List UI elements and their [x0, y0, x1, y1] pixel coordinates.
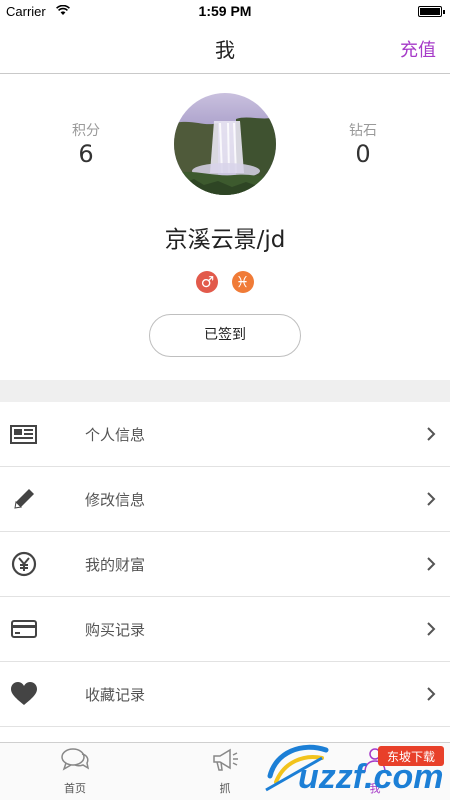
- newspaper-icon: [10, 425, 37, 444]
- settings-menu: 个人信息 修改信息 我的财富 购买记录 收藏记录: [0, 402, 450, 727]
- chat-bubbles-icon: [61, 748, 90, 771]
- pencil-icon: [14, 489, 34, 509]
- menu-item-my-wealth[interactable]: 我的财富: [0, 532, 450, 597]
- menu-item-label: 修改信息: [85, 491, 146, 509]
- user-badges: ♂ ♓: [0, 271, 450, 293]
- diamonds-label: 钻石: [349, 123, 377, 139]
- points-stat[interactable]: 积分 6: [26, 120, 146, 168]
- svg-text:uzzf.com: uzzf.com: [298, 758, 443, 796]
- heart-icon: [11, 682, 37, 705]
- chevron-right-icon: [427, 622, 436, 636]
- menu-item-label: 我的财富: [85, 556, 146, 574]
- pisces-zodiac-icon: ♓: [231, 271, 254, 293]
- megaphone-icon: [213, 748, 238, 771]
- checkin-button[interactable]: 已签到: [149, 314, 301, 357]
- section-divider: [0, 380, 450, 402]
- menu-item-favorites[interactable]: 收藏记录: [0, 662, 450, 727]
- tab-label: 首页: [64, 782, 86, 795]
- male-gender-icon: ♂: [196, 271, 219, 293]
- chevron-right-icon: [427, 492, 436, 506]
- menu-item-label: 个人信息: [85, 426, 146, 444]
- credit-card-icon: [11, 620, 37, 638]
- navigation-bar: 我 充值: [0, 22, 450, 74]
- waterfall-avatar-image: [174, 93, 276, 195]
- diamonds-stat[interactable]: 钻石 0: [303, 120, 423, 168]
- profile-header: 积分 6 钻石 0 京溪云景/jd ♂ ♓ 已签到: [0, 75, 450, 380]
- battery-icon: [418, 6, 445, 17]
- chevron-right-icon: [427, 557, 436, 571]
- menu-item-personal-info[interactable]: 个人信息: [0, 402, 450, 467]
- status-bar: Carrier 1:59 PM: [0, 0, 450, 22]
- points-value: 6: [78, 140, 94, 168]
- avatar[interactable]: [174, 93, 276, 195]
- chevron-right-icon: [427, 427, 436, 441]
- user-name: 京溪云景/jd: [164, 227, 286, 253]
- chevron-right-icon: [427, 687, 436, 701]
- recharge-button[interactable]: 充值: [400, 36, 436, 62]
- menu-item-label: 收藏记录: [85, 686, 146, 704]
- menu-item-edit-info[interactable]: 修改信息: [0, 467, 450, 532]
- points-label: 积分: [72, 123, 100, 139]
- uzzf-watermark-logo: 东坡下载 uzzf.com: [265, 744, 444, 796]
- page-title: 我: [215, 38, 235, 62]
- yen-coin-icon: [11, 551, 37, 577]
- menu-item-purchase-history[interactable]: 购买记录: [0, 597, 450, 662]
- diamonds-value: 0: [355, 140, 371, 168]
- clock: 1:59 PM: [198, 3, 252, 19]
- menu-item-label: 购买记录: [85, 621, 146, 639]
- tab-home[interactable]: 首页: [0, 743, 150, 800]
